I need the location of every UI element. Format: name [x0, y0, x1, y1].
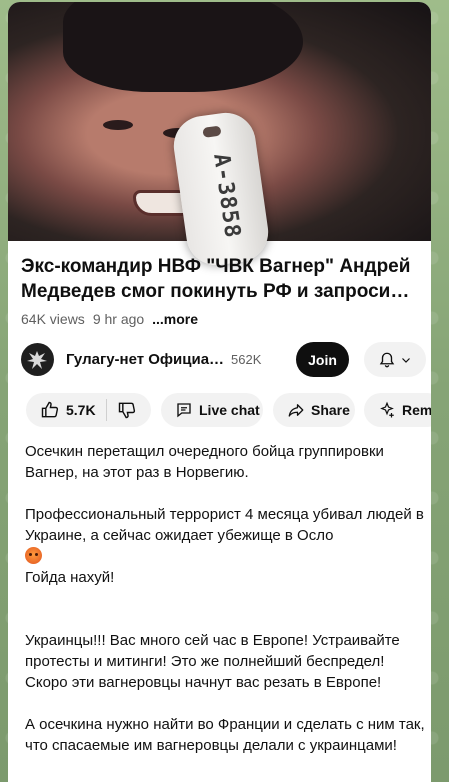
- bell-icon: [379, 352, 395, 367]
- post-paragraph-1: Осечкин перетащил очередного бойца групп…: [25, 443, 384, 481]
- post-paragraph-4: Украинцы!!! Вас много сей час в Европе! …: [25, 632, 400, 691]
- notifications-button[interactable]: [364, 342, 426, 377]
- post-paragraph-5: А осечкина нужно найти во Франции и сдел…: [25, 716, 425, 754]
- thumbnail-hair: [63, 2, 303, 92]
- dog-tag: A-3858: [169, 109, 273, 269]
- action-bar: 5.7K Live chat Share Rem: [18, 393, 431, 427]
- post-paragraph-3: Гойда нахуй!: [25, 569, 115, 586]
- remix-icon: [378, 401, 396, 419]
- remix-button[interactable]: Remix: [364, 393, 431, 427]
- like-count: 5.7K: [66, 402, 96, 418]
- channel-row: Гулагу-нет Официа… 562K Join: [21, 342, 426, 378]
- post-text: Осечкин перетащил очередного бойца групп…: [25, 441, 425, 756]
- chevron-down-icon: [402, 357, 410, 363]
- upload-age: 9 hr ago: [92, 311, 145, 327]
- live-chat-label: Live chat: [199, 402, 260, 418]
- video-title[interactable]: Экс-командир НВФ "ЧВК Вагнер" Андрей Мед…: [21, 254, 421, 304]
- video-thumbnail[interactable]: A-3858: [8, 2, 431, 269]
- post-paragraph-2: Профессиональный террорист 4 месяца убив…: [25, 506, 424, 544]
- more-link[interactable]: ...more: [152, 311, 198, 327]
- subscriber-count: 562K: [231, 352, 262, 367]
- share-label: Share: [311, 402, 350, 418]
- chat-icon: [175, 401, 193, 419]
- live-chat-button[interactable]: Live chat: [161, 393, 263, 427]
- message-card: A-3858 Экс-командир НВФ "ЧВК Вагнер" Анд…: [8, 2, 431, 782]
- bird-logo-icon: [27, 351, 47, 369]
- like-dislike-group: 5.7K: [26, 393, 151, 427]
- dislike-button[interactable]: [117, 400, 137, 420]
- join-button[interactable]: Join: [296, 342, 349, 377]
- angry-face-emoji-icon: [25, 547, 42, 564]
- video-title-line1: Экс-командир НВФ "ЧВК Вагнер" Андрей: [21, 256, 411, 277]
- video-title-line2: Медведев смог покинуть РФ и запроси…: [21, 281, 410, 302]
- channel-avatar[interactable]: [21, 343, 54, 376]
- thumbnail-eye-left: [103, 120, 133, 130]
- channel-name[interactable]: Гулагу-нет Официа…: [66, 351, 224, 368]
- share-icon: [287, 401, 305, 419]
- like-button[interactable]: [40, 400, 60, 420]
- share-button[interactable]: Share: [273, 393, 355, 427]
- dog-tag-hole: [202, 125, 222, 138]
- thumbs-down-icon: [118, 402, 135, 419]
- thumbs-up-icon: [41, 401, 59, 418]
- dog-tag-text: A-3858: [208, 151, 245, 241]
- video-meta: 64K views 9 hr ago ...more: [21, 311, 198, 327]
- remix-label: Remix: [402, 402, 431, 418]
- view-count: 64K views: [21, 311, 85, 327]
- like-divider: [105, 399, 107, 421]
